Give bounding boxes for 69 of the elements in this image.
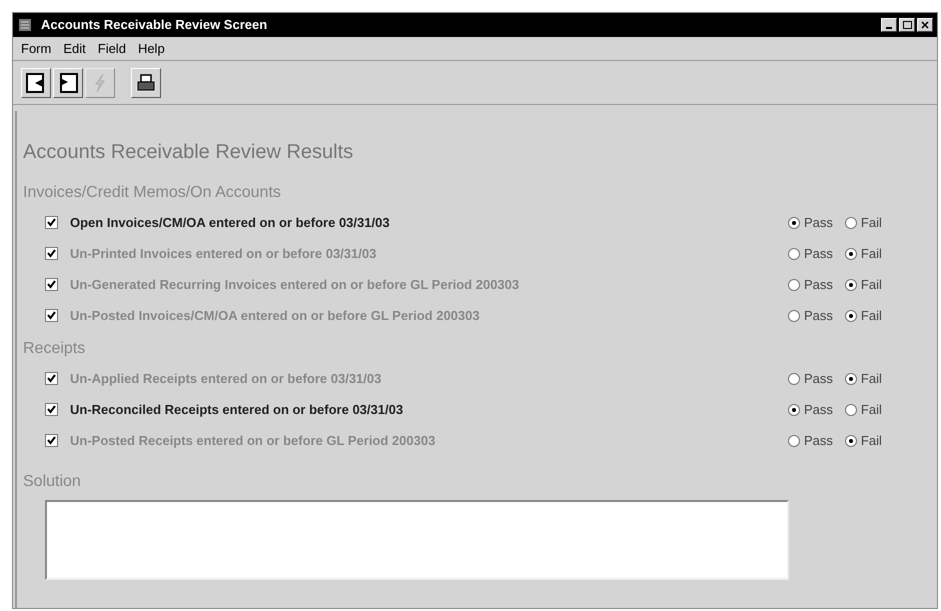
- page-heading: Accounts Receivable Review Results: [23, 140, 354, 165]
- check-label: Un-Posted Receipts entered on or before GL Period 200303: [70, 432, 436, 450]
- radio-option[interactable]: Fail: [844, 306, 882, 326]
- check-label: Un-Applied Receipts entered on or before 03/31/03: [70, 370, 382, 388]
- checkbox[interactable]: [45, 216, 58, 229]
- radio-button[interactable]: [788, 278, 800, 290]
- checkmark-icon: [47, 280, 56, 289]
- menu-item[interactable]: Edit: [63, 38, 86, 58]
- radio-button[interactable]: [844, 216, 857, 228]
- solution-field[interactable]: [45, 500, 789, 580]
- radio-option[interactable]: Pass: [788, 400, 833, 420]
- radio-option[interactable]: Pass: [788, 244, 833, 264]
- radio-button[interactable]: [788, 404, 800, 416]
- radio-button[interactable]: [844, 248, 857, 260]
- menu-item[interactable]: Help: [138, 38, 165, 58]
- toolbar-button[interactable]: [53, 68, 83, 98]
- check-label: Un-Posted Invoices/CM/OA entered on or before GL Period 200303: [70, 306, 481, 325]
- checkmark-icon: [47, 405, 56, 414]
- check-label: Un-Generated Recurring Invoices entered on or before GL Period 200303: [70, 276, 520, 294]
- menu-item[interactable]: Field: [98, 38, 126, 58]
- close-button[interactable]: [917, 18, 933, 32]
- minimize-button[interactable]: [881, 18, 897, 32]
- radio-option[interactable]: Pass: [788, 368, 833, 388]
- radio-button[interactable]: [844, 434, 857, 446]
- radio-option[interactable]: Fail: [844, 274, 882, 294]
- radio-button[interactable]: [844, 372, 857, 384]
- radio-button[interactable]: [788, 434, 800, 446]
- toolbar-button[interactable]: [21, 68, 51, 98]
- field-label: Solution: [23, 472, 82, 492]
- radio-button[interactable]: [788, 216, 800, 228]
- radio-option[interactable]: Pass: [788, 212, 833, 232]
- checkbox[interactable]: [45, 372, 58, 385]
- check-label: Open Invoices/CM/OA entered on or before 03/31/03: [70, 214, 391, 232]
- radio-option[interactable]: Fail: [844, 212, 882, 232]
- checkbox[interactable]: [45, 403, 58, 416]
- window-title: Accounts Receivable Review Screen: [41, 16, 268, 34]
- radio-button[interactable]: [844, 404, 857, 416]
- maximize-icon: [902, 21, 912, 29]
- section-heading: Invoices/Credit Memos/On Accounts: [23, 183, 282, 203]
- menu-item[interactable]: Form: [21, 38, 52, 58]
- checkbox[interactable]: [45, 278, 58, 291]
- check-label: Un-Printed Invoices entered on or before 03/31/03: [70, 244, 378, 263]
- close-icon: [921, 21, 929, 29]
- checkbox[interactable]: [45, 309, 58, 322]
- checkbox[interactable]: [45, 434, 58, 447]
- radio-option[interactable]: Pass: [788, 306, 833, 326]
- radio-button[interactable]: [844, 278, 857, 290]
- checkmark-icon: [47, 249, 56, 258]
- radio-button[interactable]: [788, 310, 800, 322]
- checkmark-icon: [47, 374, 56, 383]
- radio-button[interactable]: [788, 372, 800, 384]
- checkmark-icon: [47, 218, 56, 227]
- radio-button[interactable]: [788, 248, 800, 260]
- checkbox[interactable]: [45, 247, 58, 260]
- radio-option[interactable]: Fail: [844, 368, 882, 388]
- radio-option[interactable]: Fail: [844, 244, 882, 264]
- check-label: Un-Reconciled Receipts entered on or before 03/31/03: [70, 400, 404, 419]
- radio-option[interactable]: Fail: [844, 400, 882, 420]
- app-icon: [17, 17, 33, 33]
- checkmark-icon: [47, 436, 56, 445]
- printer-icon: [135, 72, 157, 94]
- radio-option[interactable]: Fail: [844, 430, 882, 450]
- section-heading: Receipts: [23, 339, 86, 359]
- checkmark-icon: [47, 311, 56, 320]
- radio-option[interactable]: Pass: [788, 274, 833, 294]
- radio-button[interactable]: [844, 310, 857, 322]
- maximize-button[interactable]: [899, 18, 915, 32]
- toolbar-button[interactable]: [131, 68, 161, 98]
- radio-option[interactable]: Pass: [788, 430, 833, 450]
